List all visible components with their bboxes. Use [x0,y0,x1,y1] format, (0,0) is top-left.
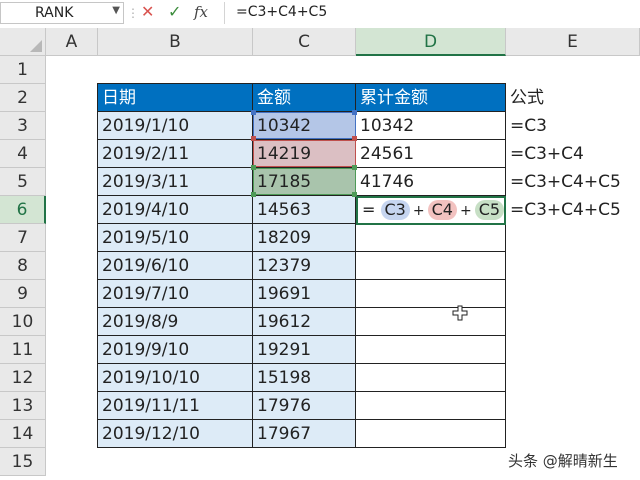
cancel-icon[interactable]: ✕ [141,2,154,21]
header-date[interactable]: 日期 [98,84,253,112]
cumulative-cell[interactable] [356,308,506,336]
reference-c5: C5 [474,200,505,220]
row-header-13[interactable]: 13 [0,392,46,420]
header-formula[interactable]: 公式 [506,84,640,112]
formula-text-cell[interactable]: =C3+C4+C5 [506,168,640,196]
chevron-down-icon[interactable]: ▼ [112,5,120,16]
enter-icon[interactable]: ✓ [168,2,181,21]
cumulative-cell[interactable]: 24561 [356,140,506,168]
date-cell[interactable]: 2019/12/10 [98,420,253,448]
amount-cell[interactable]: 14563 [253,196,356,224]
resize-handle-icon[interactable] [251,110,256,115]
cumulative-cell[interactable] [356,420,506,448]
amount-cell-c5[interactable]: 17185 [253,168,356,196]
equals-sign: = [362,200,376,219]
row-header-1[interactable]: 1 [0,56,46,84]
formula-input[interactable]: =C3+C4+C5 [236,4,327,20]
cumulative-cell[interactable] [356,252,506,280]
plus-operator: + [412,203,425,219]
date-cell[interactable]: 2019/4/10 [98,196,253,224]
row-header-12[interactable]: 12 [0,364,46,392]
row-header-10[interactable]: 10 [0,308,46,336]
date-cell[interactable]: 2019/2/11 [98,140,253,168]
row-header-5[interactable]: 5 [0,168,46,196]
resize-handle-icon[interactable] [352,110,357,115]
row-header-2[interactable]: 2 [0,84,46,112]
select-all-icon [30,40,42,52]
row-header-11[interactable]: 11 [0,336,46,364]
cross-cursor-icon [452,305,468,321]
date-cell[interactable]: 2019/9/10 [98,336,253,364]
date-cell[interactable]: 2019/3/11 [98,168,253,196]
resize-handle-icon[interactable] [251,165,256,170]
amount-cell-c4[interactable]: 14219 [253,140,356,168]
grip-icon[interactable]: ⋮ [127,4,139,22]
cumulative-cell[interactable] [356,336,506,364]
resize-handle-icon[interactable] [251,136,256,141]
insert-function-icon[interactable]: fx [194,3,208,21]
amount-cell[interactable]: 17967 [253,420,356,448]
cumulative-cell[interactable] [356,224,506,252]
resize-handle-icon[interactable] [251,192,256,197]
plus-operator: + [459,203,472,219]
amount-cell[interactable]: 19291 [253,336,356,364]
active-edit-cell-d6[interactable]: = C3 + C4 + C5 [356,196,506,225]
edit-formula: = C3 + C4 + C5 [362,200,505,220]
row-header-7[interactable]: 7 [0,224,46,252]
column-header-b[interactable]: B [98,28,253,56]
date-cell[interactable]: 2019/6/10 [98,252,253,280]
header-amount[interactable]: 金额 [253,84,356,112]
cumulative-cell[interactable] [356,392,506,420]
formula-text-cell[interactable]: =C3+C4 [506,140,640,168]
row-header-9[interactable]: 9 [0,280,46,308]
date-cell[interactable]: 2019/1/10 [98,112,253,140]
cumulative-cell[interactable] [356,364,506,392]
row-header-8[interactable]: 8 [0,252,46,280]
divider [224,2,225,24]
name-box[interactable]: RANK ▼ [0,2,124,24]
header-cumulative[interactable]: 累计金额 [356,84,506,112]
cumulative-cell[interactable]: 41746 [356,168,506,196]
column-header-c[interactable]: C [253,28,356,56]
row-header-15[interactable]: 15 [0,448,46,476]
select-all-corner[interactable] [0,28,46,56]
reference-c3: C3 [380,200,410,220]
formula-text-cell[interactable]: =C3+C4+C5 [506,196,640,224]
resize-handle-icon[interactable] [352,165,357,170]
row-header-6[interactable]: 6 [0,196,46,224]
date-cell[interactable]: 2019/8/9 [98,308,253,336]
cumulative-cell[interactable]: 10342 [356,112,506,140]
watermark: 头条 @解晴新生 [508,452,618,470]
amount-cell[interactable]: 19691 [253,280,356,308]
column-header-e[interactable]: E [506,28,640,56]
date-cell[interactable]: 2019/7/10 [98,280,253,308]
resize-handle-icon[interactable] [352,136,357,141]
row-header-14[interactable]: 14 [0,420,46,448]
row-header-3[interactable]: 3 [0,112,46,140]
amount-cell[interactable]: 17976 [253,392,356,420]
formula-bar: RANK ▼ ⋮ ✕ ✓ fx =C3+C4+C5 [0,0,640,29]
amount-cell[interactable]: 12379 [253,252,356,280]
cumulative-cell[interactable] [356,280,506,308]
date-cell[interactable]: 2019/10/10 [98,364,253,392]
name-box-value: RANK [35,5,74,21]
date-cell[interactable]: 2019/11/11 [98,392,253,420]
reference-c4: C4 [427,200,457,220]
date-cell[interactable]: 2019/5/10 [98,224,253,252]
formula-text-cell[interactable]: =C3 [506,112,640,140]
amount-cell[interactable]: 19612 [253,308,356,336]
column-header-d[interactable]: D [356,28,506,56]
amount-cell[interactable]: 15198 [253,364,356,392]
amount-cell[interactable]: 18209 [253,224,356,252]
row-header-4[interactable]: 4 [0,140,46,168]
amount-cell-c3[interactable]: 10342 [253,112,356,140]
column-header-a[interactable]: A [46,28,98,56]
